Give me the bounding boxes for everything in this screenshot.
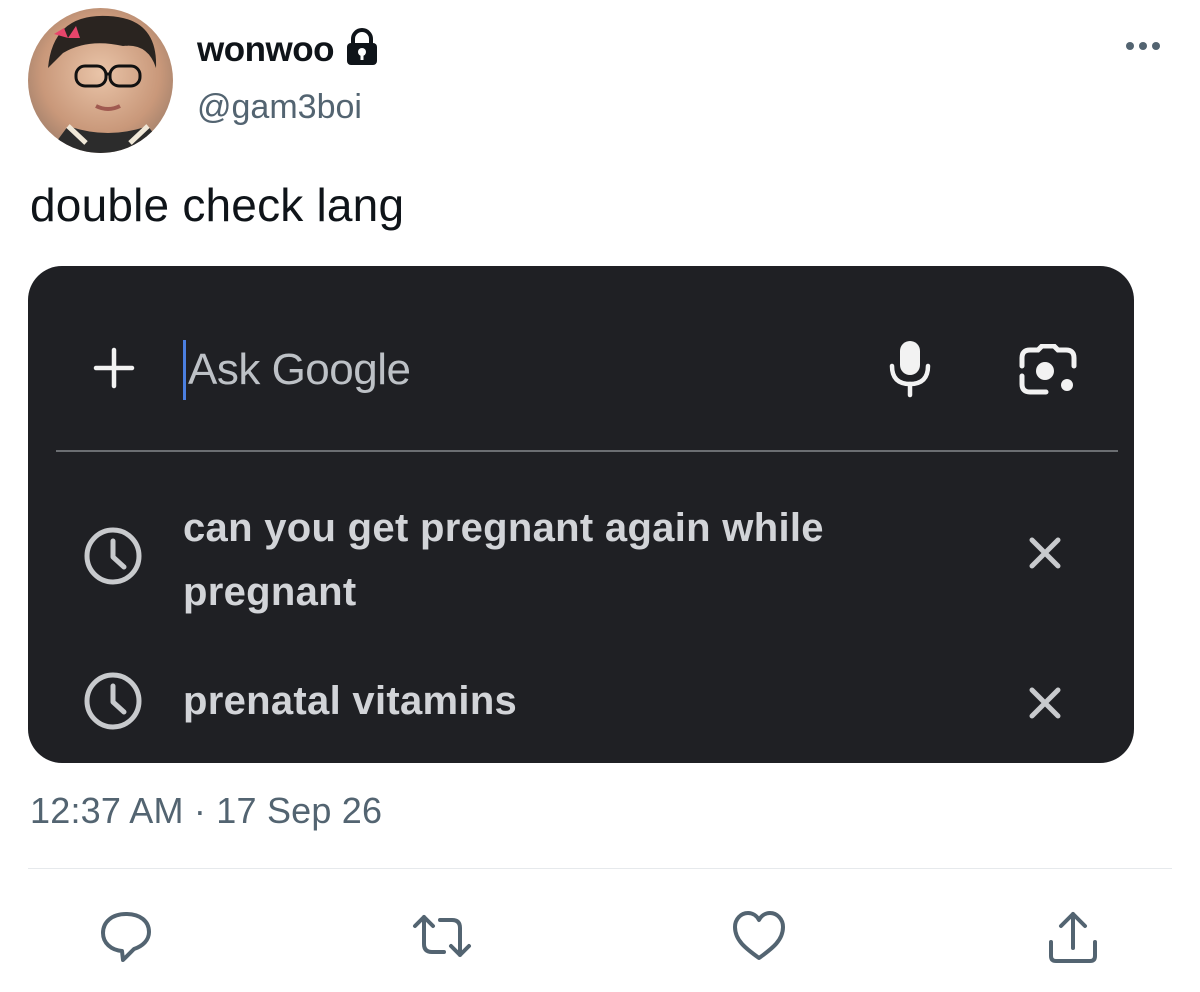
divider — [28, 868, 1172, 869]
avatar[interactable] — [28, 8, 173, 153]
display-name[interactable]: wonwoo — [197, 30, 334, 70]
tweet-text: double check lang — [30, 179, 405, 231]
plus-icon[interactable] — [92, 346, 136, 395]
more-options-icon[interactable] — [1126, 42, 1160, 50]
user-name-row: wonwoo — [197, 28, 380, 71]
share-icon[interactable] — [1045, 908, 1101, 971]
text-cursor — [183, 340, 186, 400]
lock-icon — [344, 28, 380, 71]
remove-suggestion-icon[interactable] — [1028, 536, 1062, 575]
microphone-icon[interactable] — [886, 338, 934, 403]
remove-suggestion-icon[interactable] — [1028, 686, 1062, 725]
suggestion-text[interactable]: prenatal vitamins — [183, 669, 963, 733]
like-icon[interactable] — [730, 908, 788, 969]
history-clock-icon — [81, 524, 145, 593]
camera-lens-icon[interactable] — [1018, 343, 1078, 403]
search-screenshot-card[interactable]: Ask Google can you get pregnant again wh… — [28, 266, 1134, 763]
search-divider — [56, 450, 1118, 452]
search-input[interactable]: Ask Google — [188, 345, 411, 395]
user-handle[interactable]: @gam3boi — [197, 88, 362, 127]
reply-icon[interactable] — [98, 908, 154, 969]
history-clock-icon — [81, 669, 145, 738]
tweet-timestamp[interactable]: 12:37 AM · 17 Sep 26 — [30, 790, 382, 832]
suggestion-text[interactable]: can you get pregnant again while pregnan… — [183, 496, 963, 624]
retweet-icon[interactable] — [410, 908, 474, 969]
